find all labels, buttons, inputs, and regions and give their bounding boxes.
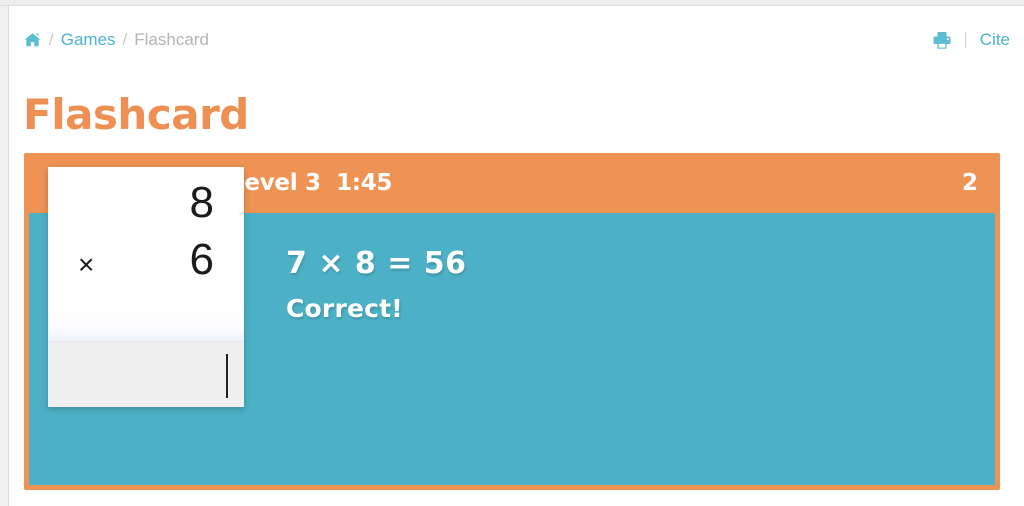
flashcard-face: 8 × 6 <box>48 167 244 341</box>
breadcrumb-separator-2: / <box>122 30 128 49</box>
flashcard-operator: × <box>78 249 95 280</box>
breadcrumb-row: / Games / Flashcard | Cite <box>0 30 1024 72</box>
feedback-status: Correct! <box>286 294 403 323</box>
flashcard[interactable]: 8 × 6 <box>48 167 244 407</box>
tools-separator: | <box>963 31 968 48</box>
breadcrumb-current-flashcard: Flashcard <box>134 30 209 49</box>
feedback-equation: 7 × 8 = 56 <box>286 246 467 281</box>
home-icon[interactable] <box>24 32 41 48</box>
flashcard-answer-input[interactable] <box>48 341 244 407</box>
window-left-divider <box>8 6 9 506</box>
flashcard-top-operand: 8 <box>189 178 214 227</box>
flashcard-game-panel: multiplication Level 3 1:45 2 8 × 6 7 × … <box>24 153 1000 490</box>
cite-button[interactable]: Cite <box>980 30 1010 50</box>
page-title: Flashcard <box>23 90 249 139</box>
text-caret <box>226 354 228 398</box>
page-root: / Games / Flashcard | Cite Flashcard m <box>0 0 1024 506</box>
breadcrumb-separator-1: / <box>49 30 54 49</box>
feedback-area: 7 × 8 = 56 Correct! <box>286 246 467 323</box>
breadcrumb-link-games[interactable]: Games <box>61 30 116 50</box>
window-left-edge <box>0 6 8 506</box>
game-score: 2 <box>961 170 978 196</box>
page-tools: | Cite <box>932 30 1010 50</box>
breadcrumb: / Games / Flashcard <box>24 30 209 50</box>
flashcard-bottom-operand: 6 <box>189 235 214 284</box>
printer-icon[interactable] <box>932 31 952 50</box>
window-top-divider <box>0 5 1024 6</box>
